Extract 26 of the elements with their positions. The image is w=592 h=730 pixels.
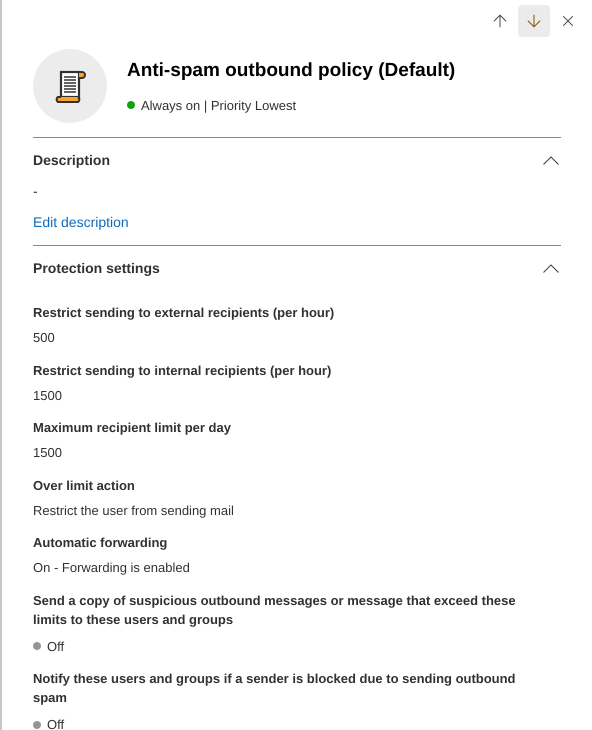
setting-label: Over limit action [33, 476, 136, 494]
next-button[interactable] [518, 5, 550, 37]
setting-value: 1500 [33, 386, 63, 404]
setting-value: On - Forwarding is enabled [33, 559, 191, 577]
description-value: - [33, 182, 38, 201]
setting-label: Notify these users and groups if a sender is blocked due to sending outbound spam [33, 670, 516, 707]
setting-value: 500 [33, 329, 56, 347]
setting-label: Maximum recipient limit per day [33, 419, 232, 437]
setting-label: Send a copy of suspicious outbound messages or message that exceed these limits to these users and groups [33, 592, 517, 628]
setting-value: Off [47, 638, 64, 656]
setting-value: Restrict the user from sending mail [33, 502, 235, 520]
policy-status: Always on | Priority Lowest [141, 96, 296, 115]
edit-description-link[interactable]: Edit description [33, 212, 129, 233]
collapse-button[interactable] [541, 154, 561, 167]
setting-value: 1500 [33, 444, 63, 462]
collapse-button[interactable] [541, 262, 561, 275]
section-heading: Protection settings [33, 259, 160, 278]
scroll-icon [54, 69, 86, 103]
policy-title: Anti-spam outbound policy (Default) [127, 59, 456, 83]
setting-label: Automatic forwarding [33, 534, 168, 552]
setting-label: Restrict sending to external recipients (per hour) [33, 304, 336, 322]
chevron-up-icon [543, 264, 559, 273]
section-heading: Description [33, 151, 110, 170]
setting-label: Restrict sending to internal recipients (per hour) [33, 362, 332, 380]
chevron-up-icon [543, 156, 559, 165]
setting-value: Off [47, 716, 64, 730]
